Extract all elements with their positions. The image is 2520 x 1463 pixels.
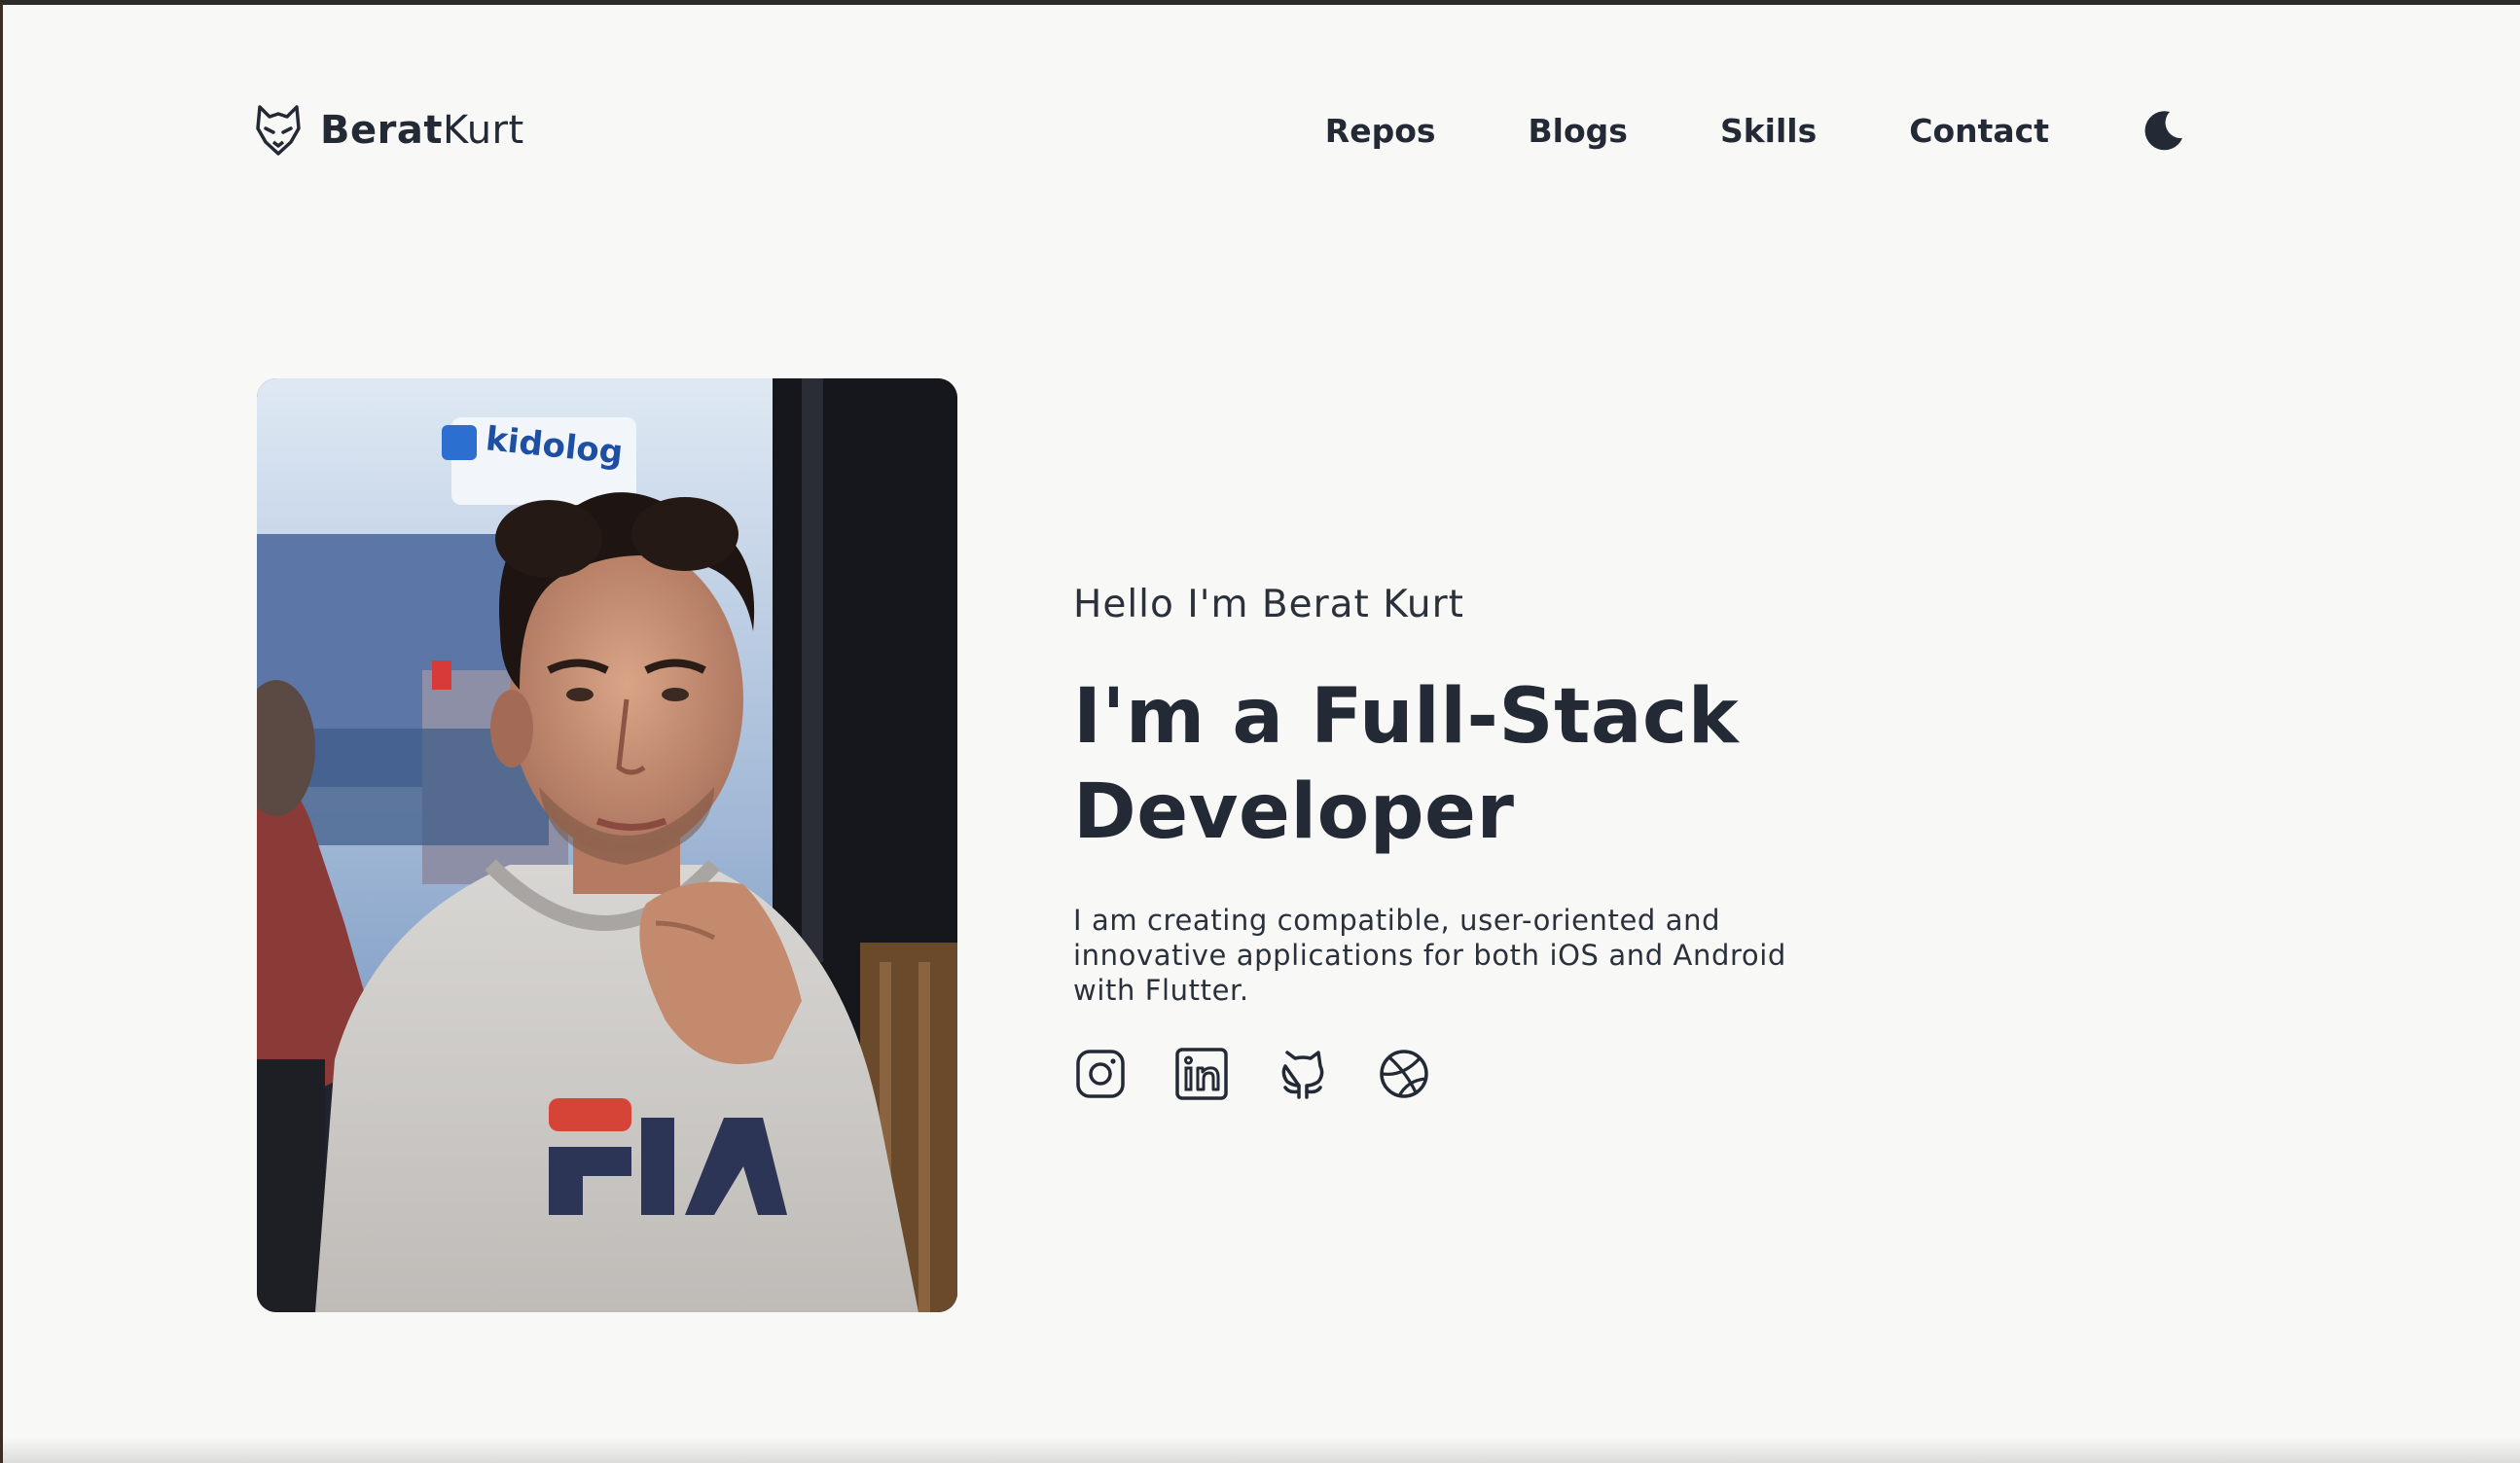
hero-greeting: Hello I'm Berat Kurt bbox=[1073, 583, 1464, 626]
github-link[interactable] bbox=[1276, 1047, 1330, 1101]
hero-headline-line2: Developer bbox=[1073, 768, 1515, 856]
instagram-icon bbox=[1076, 1050, 1125, 1098]
nav-blogs-link[interactable]: Blogs bbox=[1529, 112, 1628, 150]
nav-contact-link[interactable]: Contact bbox=[1909, 112, 2049, 150]
linkedin-icon bbox=[1175, 1048, 1228, 1100]
browser-window: BeratKurt Repos Blogs Skills Contact kid… bbox=[0, 0, 2520, 1463]
fox-logo-icon bbox=[256, 105, 301, 156]
hero-description: I am creating compatible, user-oriented … bbox=[1073, 904, 1786, 1007]
social-links bbox=[1073, 1047, 1871, 1101]
brand-logo-link[interactable]: BeratKurt bbox=[254, 98, 524, 162]
dribbble-link[interactable] bbox=[1377, 1047, 1431, 1101]
nav-skills-link[interactable]: Skills bbox=[1720, 112, 1817, 150]
dribbble-icon bbox=[1380, 1050, 1428, 1098]
brand-first-name: Berat bbox=[320, 108, 443, 153]
nav-repos-link[interactable]: Repos bbox=[1325, 112, 1436, 150]
instagram-link[interactable] bbox=[1073, 1047, 1128, 1101]
brand-name: BeratKurt bbox=[320, 108, 524, 153]
moon-icon bbox=[2144, 111, 2182, 151]
hero-section: Hello I'm Berat Kurt I'm a Full-Stack De… bbox=[1073, 583, 1871, 1101]
bottom-shadow bbox=[3, 1438, 2520, 1463]
main-nav: Repos Blogs Skills Contact bbox=[1325, 98, 2185, 162]
profile-photo: kidolog bbox=[257, 378, 957, 1312]
hero-headline: I'm a Full-Stack Developer bbox=[1073, 669, 1871, 860]
brand-last-name: Kurt bbox=[442, 108, 524, 153]
theme-toggle-button[interactable] bbox=[2142, 109, 2185, 152]
github-icon bbox=[1281, 1051, 1324, 1099]
site-header: BeratKurt Repos Blogs Skills Contact bbox=[254, 98, 2185, 162]
linkedin-link[interactable] bbox=[1174, 1047, 1229, 1101]
hero-headline-line1: I'm a Full-Stack bbox=[1073, 673, 1740, 761]
